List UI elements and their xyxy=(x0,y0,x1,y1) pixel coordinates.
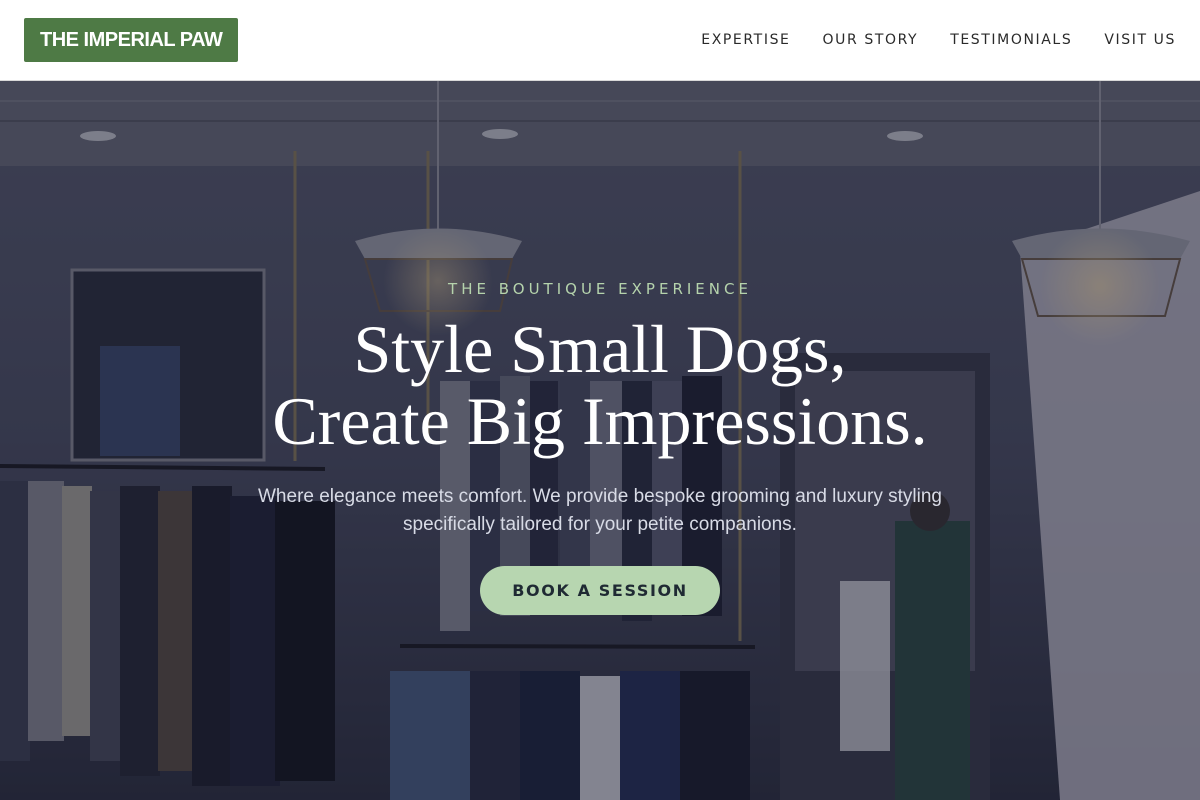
hero-subtext: Where elegance meets comfort. We provide… xyxy=(258,486,942,535)
hero-headline-line1: Style Small Dogs, xyxy=(353,311,847,387)
hero-headline-line2: Create Big Impressions. xyxy=(272,383,928,459)
main-nav: EXPERTISE OUR STORY TESTIMONIALS VISIT U… xyxy=(701,32,1176,48)
logo[interactable]: THE IMPERIAL PAW xyxy=(24,18,239,62)
hero-eyebrow: THE BOUTIQUE EXPERIENCE xyxy=(448,280,752,298)
site-header: THE IMPERIAL PAW EXPERTISE OUR STORY TES… xyxy=(0,0,1200,81)
nav-link-testimonials[interactable]: TESTIMONIALS xyxy=(950,32,1072,48)
hero-headline: Style Small Dogs, Create Big Impressions… xyxy=(0,313,1200,457)
nav-link-visit-us[interactable]: VISIT US xyxy=(1104,32,1176,48)
nav-link-expertise[interactable]: EXPERTISE xyxy=(701,32,790,48)
book-session-button[interactable]: BOOK A SESSION xyxy=(480,566,720,615)
hero-content: THE BOUTIQUE EXPERIENCE Style Small Dogs… xyxy=(0,81,1200,800)
nav-link-our-story[interactable]: OUR STORY xyxy=(823,32,919,48)
hero-section: THE BOUTIQUE EXPERIENCE Style Small Dogs… xyxy=(0,81,1200,800)
